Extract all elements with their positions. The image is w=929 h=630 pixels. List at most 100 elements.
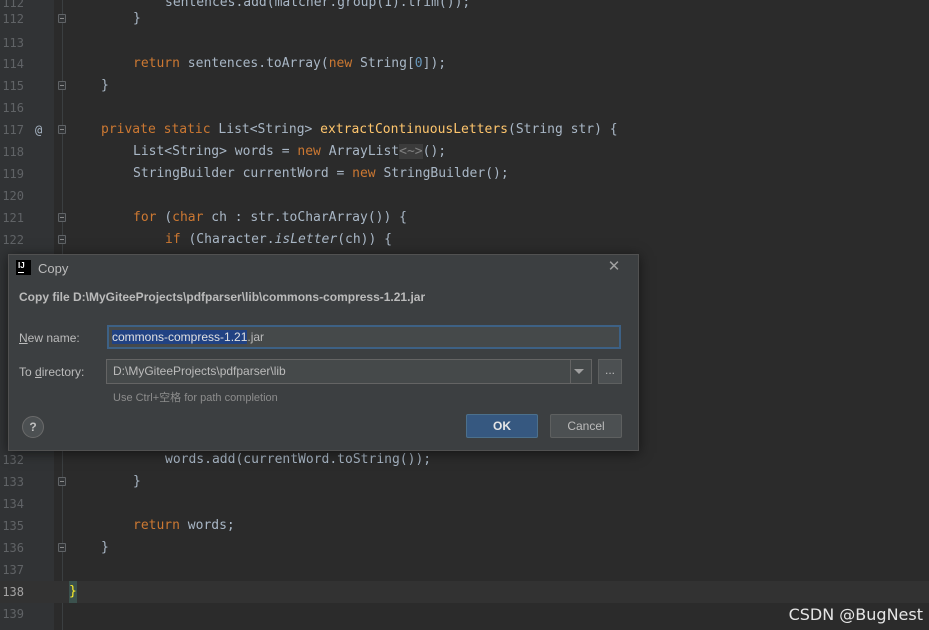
line-number: 114 bbox=[2, 57, 24, 71]
code-text: return sentences.toArray(new String[0]); bbox=[133, 53, 446, 75]
code-line: 117 @ private static List<String> extrac… bbox=[0, 119, 929, 141]
method-name: extractContinuousLetters bbox=[320, 122, 509, 137]
line-number: 137 bbox=[2, 563, 24, 577]
line-number: 112 bbox=[2, 12, 24, 26]
new-name-input[interactable]: commons-compress-1.21.jar bbox=[107, 325, 621, 349]
code-fragment: List<String> bbox=[218, 122, 313, 137]
code-line: 118 List<String> words = new ArrayList<~… bbox=[0, 141, 929, 163]
code-text: return words; bbox=[133, 515, 235, 537]
code-fragment: ( bbox=[164, 210, 173, 225]
code-text: } bbox=[101, 540, 109, 555]
keyword: static bbox=[163, 122, 211, 137]
cancel-button[interactable]: Cancel bbox=[550, 414, 622, 438]
code-line: 121 for (char ch : str.toCharArray()) { bbox=[0, 207, 929, 229]
keyword: for bbox=[133, 210, 157, 225]
input-text: .jar bbox=[247, 330, 265, 344]
line-number: 134 bbox=[2, 497, 24, 511]
browse-button[interactable]: ... bbox=[598, 359, 622, 384]
fold-icon[interactable] bbox=[58, 213, 66, 222]
line-number: 121 bbox=[2, 211, 24, 225]
fold-icon[interactable] bbox=[58, 14, 66, 23]
mnemonic: N bbox=[19, 331, 28, 345]
fold-icon[interactable] bbox=[58, 81, 66, 90]
code-line: 132 words.add(currentWord.toString()); bbox=[0, 449, 929, 471]
to-directory-label: To directory: bbox=[19, 365, 84, 379]
current-code-line: 138 } bbox=[0, 581, 929, 603]
line-number: 117 bbox=[2, 123, 24, 137]
number-literal: 0 bbox=[414, 56, 423, 71]
new-name-label: New name: bbox=[19, 331, 80, 345]
code-line: 112 } bbox=[0, 8, 929, 30]
dialog-title: Copy bbox=[38, 261, 69, 276]
code-fragment: isLetter bbox=[274, 232, 338, 247]
ok-button[interactable]: OK bbox=[466, 414, 538, 438]
code-line: 115 } bbox=[0, 75, 929, 97]
fold-icon[interactable] bbox=[58, 125, 66, 134]
keyword: if bbox=[165, 232, 181, 247]
keyword: return bbox=[133, 518, 180, 533]
line-number: 119 bbox=[2, 167, 24, 181]
line-number: 120 bbox=[2, 189, 24, 203]
dialog-title-bar[interactable]: IJ Copy ✕ bbox=[9, 255, 638, 283]
to-directory-combobox[interactable]: D:\MyGiteeProjects\pdfparser\lib bbox=[106, 359, 592, 384]
mnemonic: d bbox=[35, 365, 42, 379]
code-fragment: ArrayList bbox=[328, 144, 400, 159]
line-number: 136 bbox=[2, 541, 24, 555]
code-fragment: String[ bbox=[360, 56, 415, 71]
close-icon[interactable]: ✕ bbox=[607, 259, 621, 274]
line-number: 115 bbox=[2, 79, 24, 93]
code-text: } bbox=[101, 78, 109, 93]
code-fragment: words; bbox=[187, 518, 235, 533]
label-text: irectory: bbox=[41, 365, 85, 379]
keyword: private bbox=[101, 122, 156, 137]
code-text: if (Character.isLetter(ch)) { bbox=[165, 229, 392, 251]
chevron-down-icon[interactable] bbox=[574, 369, 584, 374]
keyword: new bbox=[328, 56, 353, 71]
watermark: CSDN @BugNest bbox=[788, 605, 923, 624]
keyword: new bbox=[297, 144, 321, 159]
override-marker-icon[interactable]: @ bbox=[35, 119, 42, 141]
code-fragment: (Character. bbox=[188, 232, 275, 247]
code-fragment: sentences.toArray( bbox=[187, 56, 329, 71]
code-fragment: StringBuilder currentWord = bbox=[133, 166, 353, 181]
code-fragment: ]); bbox=[422, 56, 447, 71]
dialog-header: Copy file D:\MyGiteeProjects\pdfparser\l… bbox=[19, 290, 426, 304]
keyword: return bbox=[133, 56, 180, 71]
divider bbox=[570, 360, 571, 383]
line-number: 116 bbox=[2, 101, 24, 115]
line-number: 118 bbox=[2, 145, 24, 159]
code-line: 133 } bbox=[0, 471, 929, 493]
code-fragment: (); bbox=[422, 144, 447, 159]
code-line: 122 if (Character.isLetter(ch)) { bbox=[0, 229, 929, 251]
code-line: 136 } bbox=[0, 537, 929, 559]
line-number: 113 bbox=[2, 36, 24, 50]
line-number: 132 bbox=[2, 453, 24, 467]
fold-icon[interactable] bbox=[58, 235, 66, 244]
code-fragment: List<String> words = bbox=[133, 144, 298, 159]
code-fragment: ch : str.toCharArray()) { bbox=[211, 210, 407, 225]
code-fragment: (ch)) { bbox=[337, 232, 392, 247]
keyword: char bbox=[172, 210, 204, 225]
copy-dialog: IJ Copy ✕ Copy file D:\MyGiteeProjects\p… bbox=[8, 254, 639, 451]
code-line: 116 bbox=[0, 97, 929, 119]
fold-icon[interactable] bbox=[58, 543, 66, 552]
code-line: 137 bbox=[0, 559, 929, 581]
code-text: StringBuilder currentWord = new StringBu… bbox=[133, 163, 509, 185]
selected-text: commons-compress-1.21 bbox=[112, 330, 248, 344]
code-line: 134 bbox=[0, 493, 929, 515]
line-number: 139 bbox=[2, 607, 24, 621]
label-text: To bbox=[19, 365, 36, 379]
label-text: ew name: bbox=[27, 331, 80, 345]
help-button[interactable]: ? bbox=[22, 416, 44, 438]
code-text: } bbox=[133, 474, 141, 489]
intellij-logo-icon: IJ bbox=[16, 260, 31, 275]
line-number: 138 bbox=[2, 585, 24, 599]
line-number: 133 bbox=[2, 475, 24, 489]
folded-generic-placeholder[interactable]: <~> bbox=[399, 144, 423, 159]
code-line: 114 return sentences.toArray(new String[… bbox=[0, 53, 929, 75]
code-line: 119 StringBuilder currentWord = new Stri… bbox=[0, 163, 929, 185]
code-line: 120 bbox=[0, 185, 929, 207]
fold-icon[interactable] bbox=[58, 477, 66, 486]
path-completion-hint: Use Ctrl+空格 for path completion bbox=[113, 392, 278, 404]
keyword: new bbox=[352, 166, 376, 181]
